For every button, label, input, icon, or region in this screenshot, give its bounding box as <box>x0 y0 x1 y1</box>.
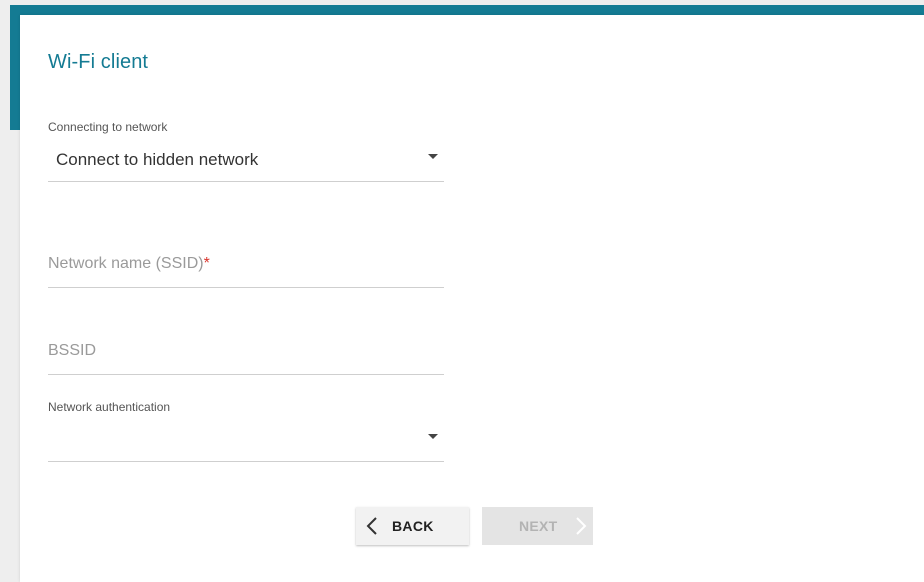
caret-down-icon <box>428 154 438 159</box>
back-button-label: BACK <box>392 518 434 534</box>
network-authentication-label: Network authentication <box>48 400 171 414</box>
network-authentication-select[interactable]: Network authentication <box>48 395 444 462</box>
bssid-input[interactable]: BSSID <box>48 325 444 375</box>
chevron-left-icon <box>366 517 377 535</box>
required-mark: * <box>203 255 210 272</box>
next-button-label: NEXT <box>519 518 558 534</box>
caret-down-icon <box>428 434 438 439</box>
wizard-card: Wi-Fi client Connecting to network Conne… <box>20 15 924 582</box>
connecting-network-label: Connecting to network <box>48 120 168 134</box>
connecting-network-select[interactable]: Connecting to network Connect to hidden … <box>48 115 444 182</box>
connecting-network-value: Connect to hidden network <box>56 150 259 169</box>
bssid-placeholder: BSSID <box>48 342 97 359</box>
page-title: Wi-Fi client <box>48 51 149 73</box>
ssid-input[interactable]: Network name (SSID)* <box>48 235 444 288</box>
ssid-placeholder: Network name (SSID)* <box>48 255 210 273</box>
next-button[interactable]: NEXT <box>482 507 593 545</box>
ssid-placeholder-text: Network name (SSID) <box>48 255 204 272</box>
chevron-right-icon <box>576 517 587 535</box>
back-button[interactable]: BACK <box>356 507 469 545</box>
